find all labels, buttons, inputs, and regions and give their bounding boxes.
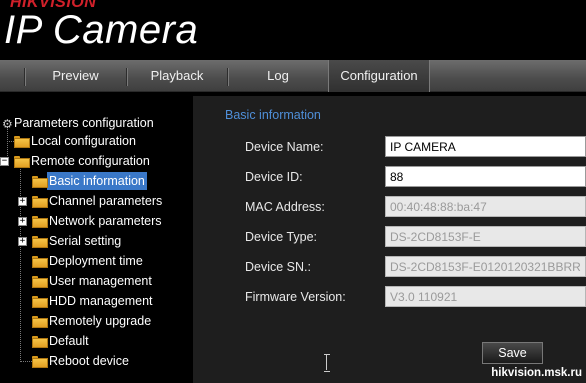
tree-item-remote-configuration[interactable]: − Remote configuration — [0, 152, 152, 170]
tab-preview[interactable]: Preview — [25, 60, 126, 92]
tree-item-label: Remotely upgrade — [49, 314, 152, 328]
device-name-field[interactable]: IP CAMERA — [385, 136, 586, 157]
save-button[interactable]: Save — [482, 342, 543, 364]
watermark: hikvision.msk.ru — [491, 367, 582, 379]
folder-icon — [32, 276, 48, 288]
app-header: HIKVISION IP Camera — [0, 0, 586, 60]
folder-icon — [32, 256, 48, 268]
tree-item-hdd-management[interactable]: HDD management — [32, 292, 155, 310]
config-tree: ⚙ Parameters configuration Local configu… — [0, 100, 192, 383]
tree-item-serial-setting[interactable]: + Serial setting — [18, 232, 123, 250]
tree-item-label: User management — [49, 274, 152, 288]
text-cursor-icon — [324, 354, 330, 372]
folder-icon — [14, 156, 30, 168]
tree-item-channel-parameters[interactable]: + Channel parameters — [18, 192, 164, 210]
settings-tree-icon: ⚙ — [2, 117, 13, 131]
folder-icon — [32, 316, 48, 328]
tree-item-label: Network parameters — [49, 214, 162, 228]
mac-address-field: 00:40:48:88:ba:47 — [385, 196, 586, 217]
basic-information-panel: Basic information Device Name: IP CAMERA… — [193, 96, 586, 383]
collapse-icon[interactable]: − — [0, 157, 9, 166]
folder-icon — [32, 176, 48, 188]
tree-root[interactable]: ⚙ Parameters configuration — [0, 114, 156, 132]
tree-item-label: Basic information — [47, 172, 147, 190]
tree-item-remotely-upgrade[interactable]: Remotely upgrade — [32, 312, 153, 330]
expand-icon[interactable]: + — [18, 197, 27, 206]
tree-item-default[interactable]: Default — [32, 332, 91, 350]
tree-connector — [20, 361, 32, 362]
main-nav: Preview Playback Log Configuration — [0, 60, 586, 92]
tree-item-label: Reboot device — [49, 354, 129, 368]
tree-item-label: Default — [49, 334, 89, 348]
firmware-version-label: Firmware Version: — [245, 290, 346, 304]
device-id-field[interactable]: 88 — [385, 166, 586, 187]
expand-icon[interactable]: + — [18, 237, 27, 246]
device-type-label: Device Type: — [245, 230, 318, 244]
folder-icon — [32, 236, 48, 248]
device-id-label: Device ID: — [245, 170, 303, 184]
expand-icon[interactable]: + — [18, 217, 27, 226]
tree-item-label: Remote configuration — [31, 154, 150, 168]
device-type-field: DS-2CD8153F-E — [385, 226, 586, 247]
mac-address-label: MAC Address: — [245, 200, 325, 214]
firmware-version-field: V3.0 110921 — [385, 286, 586, 307]
tree-item-deployment-time[interactable]: Deployment time — [32, 252, 145, 270]
tree-item-reboot-device[interactable]: Reboot device — [32, 352, 131, 370]
tree-item-label: Serial setting — [49, 234, 122, 248]
device-sn-label: Device SN.: — [245, 260, 311, 274]
app-title: IP Camera — [4, 8, 199, 52]
folder-icon — [32, 336, 48, 348]
device-name-label: Device Name: — [245, 140, 324, 154]
tree-item-local-configuration[interactable]: Local configuration — [14, 132, 138, 150]
tab-playback[interactable]: Playback — [127, 60, 227, 92]
folder-icon — [32, 356, 48, 368]
tree-connector — [7, 141, 14, 142]
tab-configuration[interactable]: Configuration — [328, 60, 430, 92]
tree-item-label: HDD management — [49, 294, 153, 308]
tab-log[interactable]: Log — [228, 60, 328, 92]
folder-icon — [32, 196, 48, 208]
tree-item-network-parameters[interactable]: + Network parameters — [18, 212, 164, 230]
tree-item-label: Local configuration — [31, 134, 136, 148]
folder-icon — [32, 296, 48, 308]
tree-item-label: Channel parameters — [49, 194, 163, 208]
section-title: Basic information — [225, 108, 321, 122]
tree-item-basic-information[interactable]: Basic information — [32, 172, 147, 190]
tree-item-label: Deployment time — [49, 254, 143, 268]
tree-root-label: Parameters configuration — [14, 116, 154, 130]
folder-icon — [14, 136, 30, 148]
device-sn-field: DS-2CD8153F-E0120120321BBRR — [385, 256, 586, 277]
tree-item-user-management[interactable]: User management — [32, 272, 154, 290]
folder-icon — [32, 216, 48, 228]
